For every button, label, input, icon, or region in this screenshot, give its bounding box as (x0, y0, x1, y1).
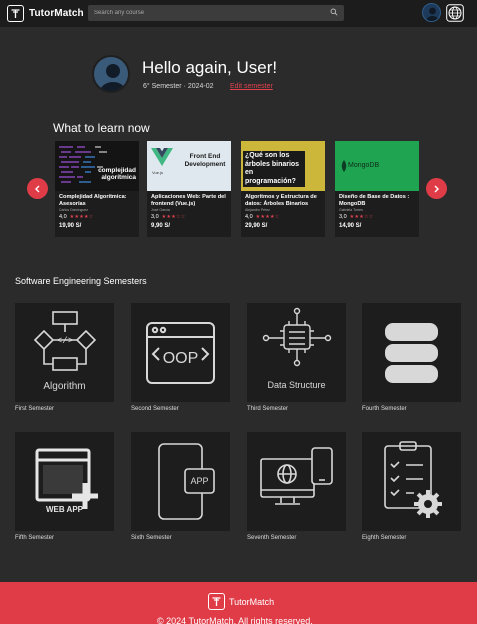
rating-value: 3,0 (339, 214, 347, 220)
semesters-heading: Software Engineering Semesters (15, 276, 147, 286)
semester-label-2: Second Semester (131, 406, 179, 412)
semester-icon-caption: WEB APP (45, 505, 84, 514)
monitor-globe-icon (260, 447, 333, 505)
course-rating: 3,0 ★★★☆☆ (151, 214, 227, 220)
course-thumbnail-caption: complejidad algorítmica (98, 167, 136, 181)
footer-copyright: © 2024 TutorMatch. All rights reserved. (157, 616, 313, 624)
what-to-learn-heading: What to learn now (53, 121, 150, 135)
course-thumbnail-caption: Front End Development (184, 153, 226, 168)
semester-icon-caption: OOP (162, 350, 199, 367)
rating-value: 3,0 (151, 214, 159, 220)
course-author: Gabriela Torres (339, 208, 363, 212)
semester-card-7[interactable] (247, 432, 346, 531)
course-card[interactable]: Front End Development Vue.js Aplicacione… (147, 141, 231, 237)
course-rating: 4,0 ★★★★☆ (245, 214, 321, 220)
course-thumbnail: complejidad algorítmica (55, 141, 139, 191)
brand-name: TutorMatch (29, 8, 84, 19)
semester-card-5[interactable]: WEB APP (15, 432, 114, 531)
edit-semester-link[interactable]: Edit semester (230, 83, 273, 90)
footer-brand[interactable]: TutorMatch (208, 593, 274, 610)
checklist-gear-icon (384, 441, 442, 518)
web-app-icon (35, 448, 98, 509)
semester-card-1[interactable]: </> Algorithm (15, 303, 114, 402)
semester-card-2[interactable]: OOP (131, 303, 230, 402)
semester-card-3[interactable]: Data Structure (247, 303, 346, 402)
course-card[interactable]: complejidad algorítmica Complejidad Algo… (55, 141, 139, 237)
search-bar[interactable] (88, 5, 344, 21)
star-rating-icon: ★★★★☆ (69, 214, 94, 220)
semester-label-4: Fourth Semester (362, 406, 407, 412)
course-thumbnail: MongoDB (335, 141, 419, 191)
course-rating: 3,0 ★★★☆☆ (339, 214, 415, 220)
semester-label-1: First Semester (15, 406, 55, 412)
rating-value: 4,0 (59, 214, 67, 220)
footer-brand-name: TutorMatch (229, 596, 275, 607)
svg-text:</>: </> (57, 336, 73, 346)
star-rating-icon: ★★★☆☆ (349, 214, 374, 220)
user-avatar-icon[interactable] (422, 3, 441, 22)
course-price: 14,90 S/ (339, 223, 362, 229)
semester-label-6: Sixth Semester (131, 535, 172, 541)
semester-label-5: Fifth Semester (15, 535, 55, 541)
semester-label-8: Eighth Semester (362, 535, 407, 541)
star-rating-icon: ★★★☆☆ (161, 214, 186, 220)
rating-value: 4,0 (245, 214, 253, 220)
course-thumbnail-caption: MongoDB (348, 162, 380, 169)
carousel-prev-button[interactable] (27, 178, 48, 199)
search-icon[interactable] (330, 8, 338, 16)
course-title: Algoritmos y Estructura de datos: Árbole… (245, 194, 317, 207)
course-author: Alejandro Pérez (245, 208, 270, 212)
greeting-heading: Hello again, User! (142, 58, 278, 77)
course-price: 19,90 S/ (59, 223, 82, 229)
course-card[interactable]: MongoDB Diseño de Base de Datos : MongoD… (335, 141, 419, 237)
semester-label-7: Seventh Semester (247, 535, 297, 541)
chevron-left-icon (35, 185, 40, 192)
semester-label-3: Third Semester (247, 406, 289, 412)
mobile-app-icon (158, 443, 215, 520)
semester-icon-caption: APP (190, 476, 209, 486)
course-title: Diseño de Base de Datos : MongoDB (339, 194, 410, 207)
course-rating: 4,0 ★★★★☆ (59, 214, 135, 220)
course-price: 9,90 S/ (151, 223, 171, 229)
course-card[interactable]: ¿Qué son los árboles binarios en program… (241, 141, 325, 237)
mongodb-leaf-icon (341, 160, 347, 172)
course-thumbnail-tag: Vue.js (152, 170, 163, 175)
course-thumbnail-caption: ¿Qué son los árboles binarios en program… (243, 151, 305, 187)
course-thumbnail: ¿Qué son los árboles binarios en program… (241, 141, 325, 191)
course-title: Aplicaciones Web: Parte del frontend (Vu… (151, 194, 226, 207)
search-input[interactable] (88, 10, 318, 16)
course-thumbnail: Front End Development Vue.js (147, 141, 231, 191)
star-rating-icon: ★★★★☆ (255, 214, 280, 220)
semester-icon-caption: Algorithm (43, 381, 86, 392)
semester-card-4[interactable] (362, 303, 461, 402)
course-author: Carlos Domínguez (59, 208, 88, 212)
tutormatch-logo-icon (7, 5, 24, 22)
profile-avatar-icon (92, 55, 130, 93)
vue-logo-icon (151, 148, 173, 166)
top-navbar: TutorMatch (0, 0, 477, 27)
footer-logo-icon (208, 593, 225, 610)
course-author: José García (151, 208, 170, 212)
semester-card-6[interactable]: APP (131, 432, 230, 531)
semester-info: 6° Semester · 2024-02 (143, 83, 214, 90)
carousel-next-button[interactable] (426, 178, 447, 199)
language-globe-icon[interactable] (446, 4, 464, 22)
semester-icon-caption: Data Structure (267, 380, 326, 390)
chevron-right-icon (434, 185, 439, 192)
semester-card-8[interactable] (362, 432, 461, 531)
course-price: 29,90 S/ (245, 223, 268, 229)
course-title: Complejidad Algorítmica: Asesorías (59, 194, 127, 207)
database-icon (385, 323, 438, 383)
brand[interactable]: TutorMatch (7, 5, 84, 22)
